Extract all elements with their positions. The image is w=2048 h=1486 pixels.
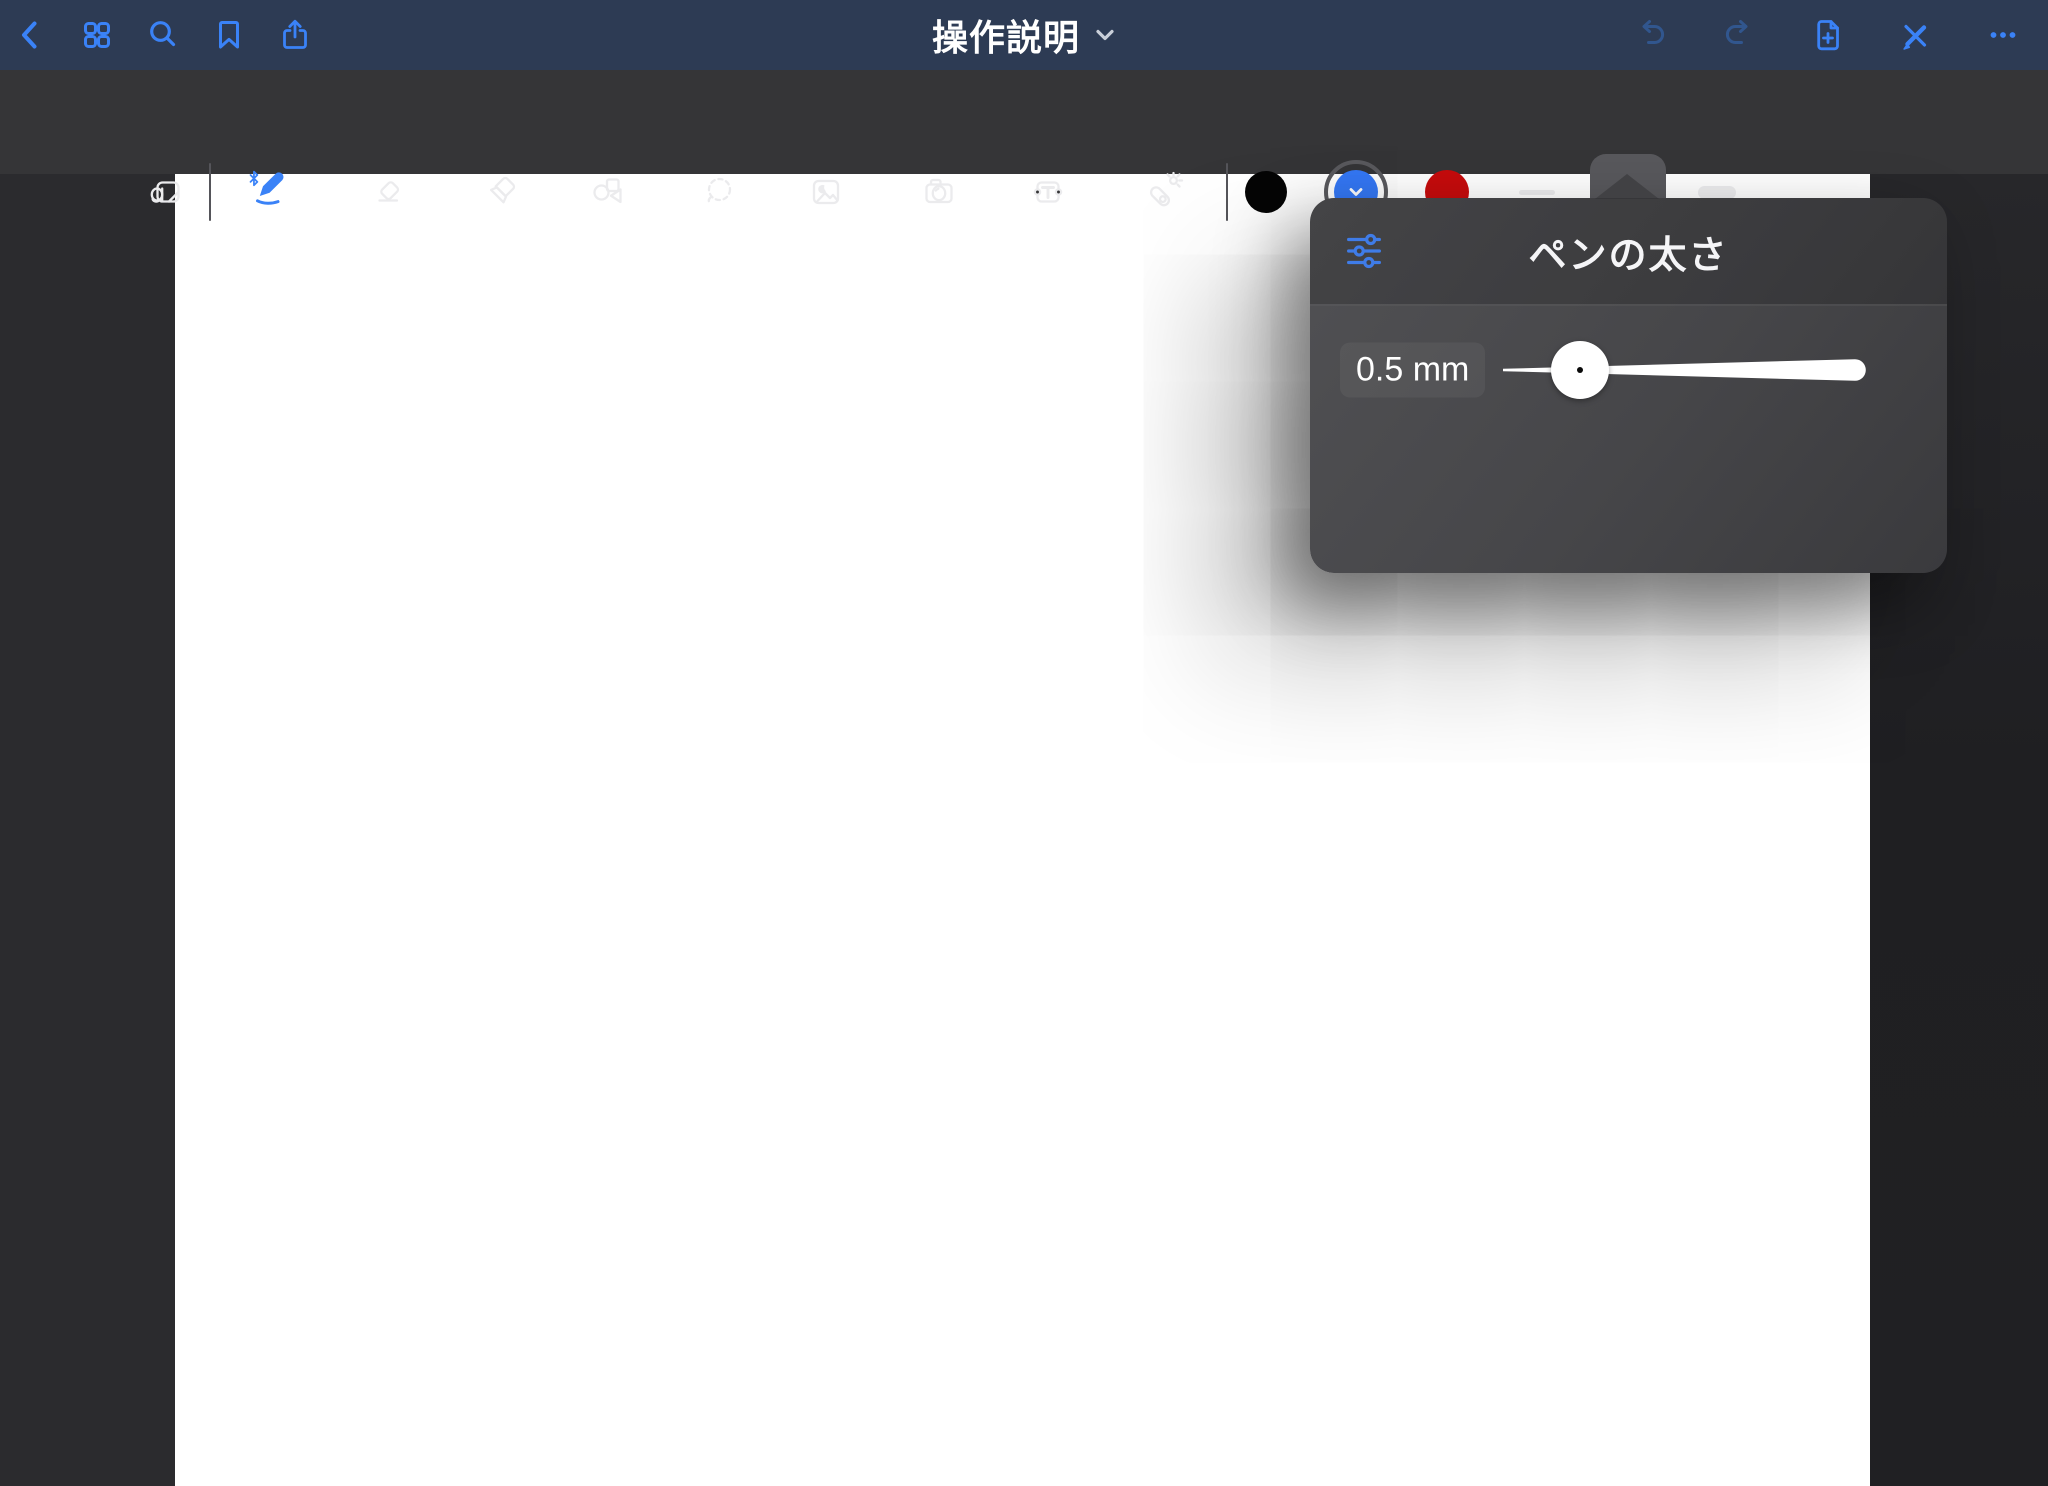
shapes-tool-button[interactable] — [587, 170, 631, 214]
add-page-icon — [1809, 17, 1845, 53]
popover-body: 0.5 mm — [1310, 306, 1947, 573]
camera-icon — [917, 170, 961, 214]
pen-thickness-popover: ペンの太さ 0.5 mm — [1310, 198, 1947, 573]
lasso-icon — [697, 170, 741, 214]
shapes-icon — [587, 170, 631, 214]
back-button[interactable] — [9, 13, 53, 57]
chevron-down-icon — [1094, 24, 1116, 46]
undo-button[interactable] — [1629, 13, 1673, 57]
share-icon — [277, 17, 313, 53]
slider-thumb[interactable] — [1551, 341, 1609, 399]
more-icon — [1985, 17, 2021, 53]
laser-pointer-tool-button[interactable] — [1141, 170, 1185, 214]
thin-stroke-icon — [1519, 190, 1555, 195]
eraser-tool-button[interactable] — [368, 170, 412, 214]
tools-toolbar — [0, 70, 2048, 174]
highlighter-icon — [478, 170, 522, 214]
redo-button[interactable] — [1717, 13, 1761, 57]
text-icon — [1026, 170, 1070, 214]
document-title-menu[interactable]: 操作説明 — [932, 0, 1116, 70]
popover-title: ペンの太さ — [1310, 224, 1947, 279]
goodnotes-app: 操作説明 — [0, 0, 2048, 1486]
more-button[interactable] — [1981, 13, 2025, 57]
pen-settings-button[interactable] — [1338, 225, 1390, 277]
search-button[interactable] — [141, 13, 185, 57]
canvas-margin-left — [0, 174, 175, 1486]
stylus-disconnect-icon — [1897, 17, 1933, 53]
navbar-right-group — [1629, 0, 2025, 70]
redo-icon — [1721, 17, 1757, 53]
photo-icon — [804, 170, 848, 214]
page-title: 操作説明 — [932, 9, 1080, 61]
back-icon — [13, 17, 49, 53]
camera-tool-button[interactable] — [917, 170, 961, 214]
popover-header: ペンの太さ — [1310, 198, 1947, 306]
pen-bluetooth-icon — [245, 170, 289, 214]
pen-thickness-slider[interactable] — [1503, 357, 1878, 383]
page-grid-button[interactable] — [75, 13, 119, 57]
highlighter-tool-button[interactable] — [478, 170, 522, 214]
toolbar-divider — [209, 163, 211, 221]
navbar: 操作説明 — [0, 0, 2048, 70]
thickness-value-label: 0.5 mm — [1340, 343, 1485, 398]
eraser-icon — [368, 170, 412, 214]
toolbar-divider — [1226, 163, 1228, 221]
elements-tool-button[interactable] — [144, 170, 188, 214]
elements-icon — [144, 170, 188, 214]
page-grid-icon — [79, 17, 115, 53]
thick-stroke-icon — [1698, 186, 1736, 199]
share-button[interactable] — [273, 13, 317, 57]
pen-tool-button[interactable] — [245, 170, 289, 214]
text-tool-button[interactable] — [1026, 170, 1070, 214]
laser-pointer-icon — [1141, 170, 1185, 214]
sliders-icon — [1341, 228, 1387, 274]
color-swatch-black[interactable] — [1245, 171, 1287, 213]
stylus-disconnect-button[interactable] — [1893, 13, 1937, 57]
search-icon — [145, 17, 181, 53]
add-page-button[interactable] — [1805, 13, 1849, 57]
bookmark-icon — [211, 17, 247, 53]
lasso-tool-button[interactable] — [697, 170, 741, 214]
photo-tool-button[interactable] — [804, 170, 848, 214]
navbar-left-group — [9, 0, 317, 70]
bookmark-button[interactable] — [207, 13, 251, 57]
undo-icon — [1633, 17, 1669, 53]
